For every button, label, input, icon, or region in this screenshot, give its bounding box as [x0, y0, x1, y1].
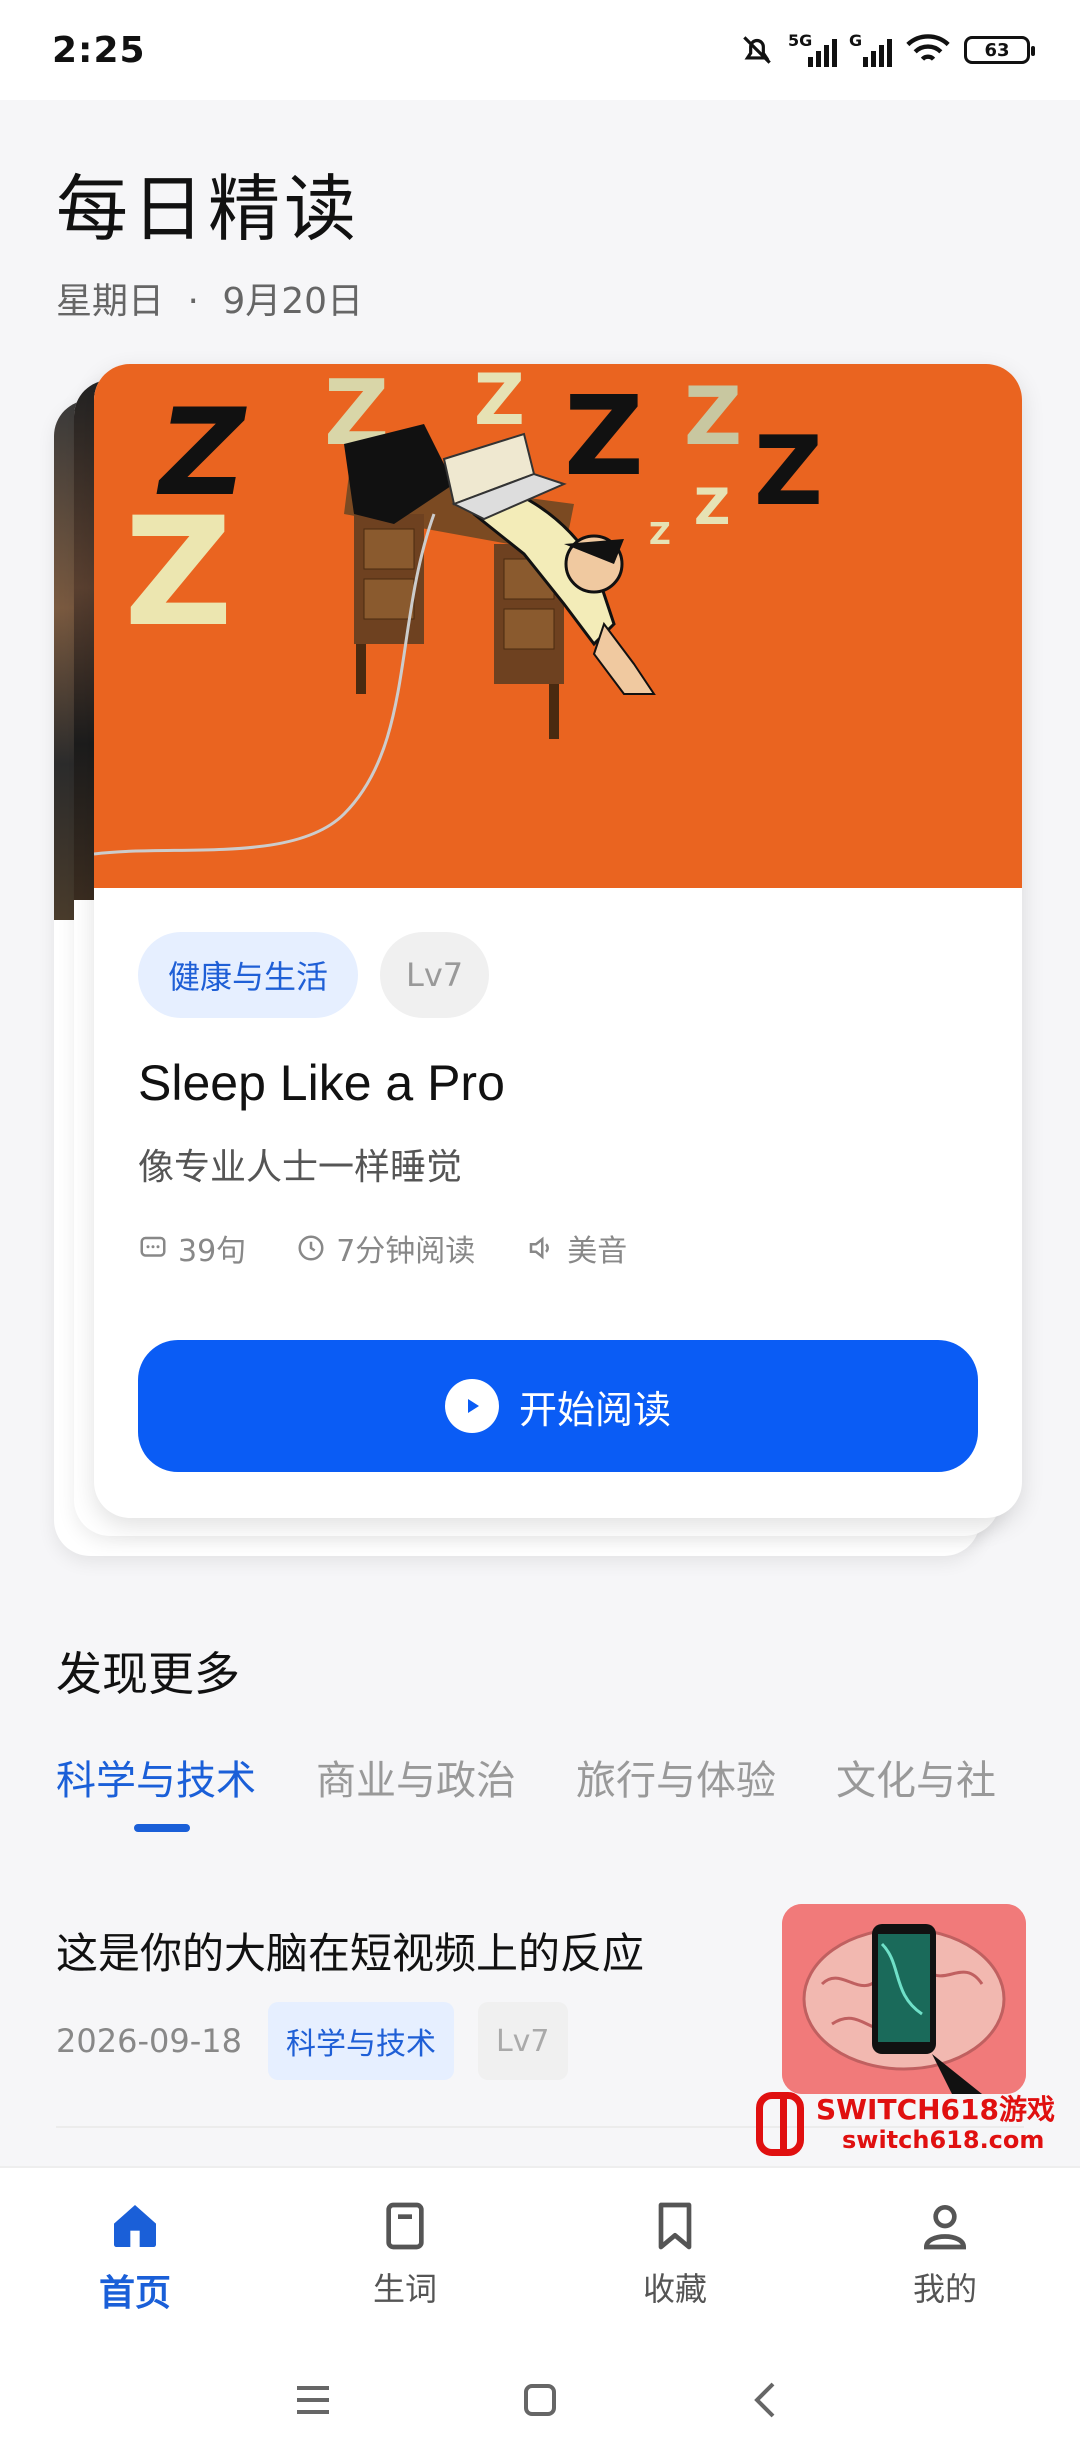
battery-icon: 63 [964, 36, 1035, 64]
sentence-count: 39句 [138, 1226, 246, 1270]
category-tag[interactable]: 健康与生活 [138, 932, 359, 1018]
tab-science-tech[interactable]: 科学与技术 [56, 1748, 256, 1806]
article-thumbnail [782, 1904, 1026, 2094]
chat-bubble-icon [140, 1236, 166, 1257]
nav-profile-label: 我的 [912, 2270, 977, 2308]
signal-5g-icon: 5G [788, 31, 837, 67]
watermark-url: switch618.com [842, 2126, 1045, 2154]
accent-info: 美音 [525, 1226, 627, 1270]
featured-hero-image: Z Z Z Z Z Z Z Z Z [94, 364, 1022, 888]
menu-icon[interactable] [289, 2376, 337, 2424]
nav-profile[interactable]: 我的 [810, 2168, 1080, 2340]
wifi-icon [906, 34, 950, 61]
featured-meta: 39句 7分钟阅读 美音 [138, 1226, 627, 1270]
article-meta: 2026-09-18 科学与技术 Lv7 [56, 2002, 568, 2080]
status-icons: 5G G 63 [738, 31, 1035, 69]
start-reading-button[interactable]: 开始阅读 [138, 1340, 978, 1472]
level-tag: Lv7 [380, 932, 490, 1018]
svg-text:Z: Z [684, 370, 742, 463]
svg-text:Z: Z [694, 478, 730, 536]
svg-text:Z: Z [754, 417, 823, 527]
speaker-icon [530, 1236, 550, 1260]
page-date: 星期日 · 9月20日 [56, 272, 363, 324]
mute-bell-icon [743, 36, 771, 64]
date-day: 9月20日 [222, 281, 364, 322]
bookmark-icon [658, 2202, 692, 2250]
bottom-nav: 首页 生词 收藏 我的 [0, 2166, 1080, 2340]
article-category-tag: 科学与技术 [267, 2002, 454, 2080]
watermark: SWITCH618游戏 switch618.com [756, 2088, 1066, 2160]
nav-favorites[interactable]: 收藏 [540, 2168, 810, 2340]
discover-section-title: 发现更多 [56, 1647, 240, 1701]
nav-home[interactable]: 首页 [0, 2168, 270, 2340]
watermark-brand: SWITCH618游戏 [816, 2093, 1055, 2126]
status-bar: 2:25 5G G 63 [0, 0, 1080, 100]
article-title: 这是你的大脑在短视频上的反应 [56, 1929, 645, 1978]
category-tabs: 科学与技术 商业与政治 旅行与体验 文化与社 [56, 1748, 996, 1806]
article-date: 2026-09-18 [56, 2022, 242, 2060]
nav-vocab-label: 生词 [372, 2270, 437, 2308]
date-separator: · [187, 281, 199, 322]
svg-text:Z: Z [649, 517, 671, 552]
system-nav-bar [0, 2340, 1080, 2460]
tab-travel-experience[interactable]: 旅行与体验 [576, 1748, 776, 1806]
play-icon [444, 1379, 499, 1433]
profile-icon [923, 2205, 967, 2250]
svg-text:Z: Z [564, 372, 644, 500]
svg-text:Z: Z [474, 364, 525, 441]
svg-text:Z: Z [124, 486, 233, 660]
tab-culture-society[interactable]: 文化与社 [836, 1748, 996, 1806]
read-time: 7分钟阅读 [296, 1226, 475, 1270]
nav-home-label: 首页 [98, 2273, 171, 2314]
start-reading-label: 开始阅读 [518, 1387, 671, 1432]
article-level-tag: Lv7 [477, 2002, 568, 2080]
tab-business-politics[interactable]: 商业与政治 [316, 1748, 516, 1806]
active-tab-indicator [134, 1824, 190, 1832]
nav-favorites-label: 收藏 [642, 2270, 707, 2308]
featured-subtitle: 像专业人士一样睡觉 [138, 1147, 463, 1188]
home-icon [114, 2205, 156, 2247]
featured-article-card[interactable]: Z Z Z Z Z Z Z Z Z 健康与生活 Lv7 Sleep Like a… [94, 364, 1022, 1518]
featured-title: Sleep Like a Pro [138, 1055, 505, 1111]
status-time: 2:25 [52, 29, 146, 71]
nav-vocab[interactable]: 生词 [270, 2168, 540, 2340]
page-title: 每日精读 [56, 167, 361, 251]
date-weekday: 星期日 [56, 281, 165, 322]
home-square-icon[interactable] [516, 2376, 564, 2424]
signal-g-icon: G [849, 31, 892, 67]
watermark-logo-icon [756, 2092, 804, 2156]
featured-tags: 健康与生活 Lv7 [138, 932, 490, 1018]
back-icon[interactable] [743, 2376, 791, 2424]
clock-icon [298, 1235, 324, 1261]
vocab-book-icon [386, 2202, 424, 2250]
